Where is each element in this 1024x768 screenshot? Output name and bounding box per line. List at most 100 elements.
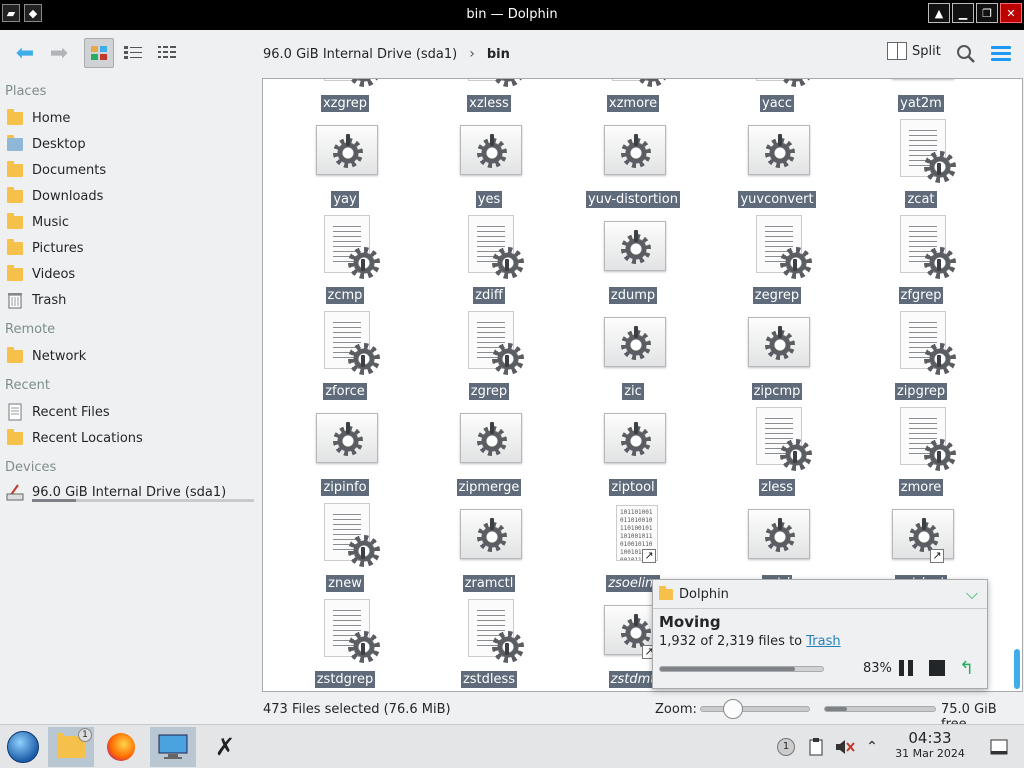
collapse-notification-button[interactable]: ⌵ [961, 584, 983, 603]
sidebar-item-documents[interactable]: Documents [6, 159, 106, 181]
pause-button[interactable] [899, 660, 917, 678]
task-x-app[interactable]: ✗ [202, 727, 248, 767]
compact-view-button[interactable] [118, 38, 148, 68]
file-name: zic [622, 383, 644, 400]
file-label: yay [290, 191, 400, 208]
file-item[interactable]: zegrep [722, 215, 832, 311]
task-file-manager[interactable]: 1 [48, 727, 94, 767]
trash-link[interactable]: Trash [806, 634, 840, 649]
open-destination-button[interactable]: ↰ [959, 660, 977, 678]
file-name: zipgrep [894, 383, 948, 400]
maximize-button[interactable]: ❐ [976, 3, 998, 23]
close-button[interactable]: ✕ [1000, 3, 1022, 23]
file-item[interactable]: yay [290, 119, 400, 215]
executable-icon [602, 407, 666, 473]
file-item[interactable]: zfgrep [866, 215, 976, 311]
volume-tray[interactable] [834, 737, 856, 757]
file-item[interactable]: xzless [434, 79, 544, 119]
file-name: zcmp [325, 287, 365, 304]
keep-above-button[interactable]: ▲ [928, 3, 950, 23]
file-item[interactable]: xzgrep [290, 79, 400, 119]
hamburger-menu-button[interactable] [991, 46, 1011, 62]
task-firefox[interactable] [98, 727, 144, 767]
sidebar-item-home[interactable]: Home [6, 107, 70, 129]
clipboard-tray[interactable] [806, 737, 826, 757]
sidebar-item-label: 96.0 GiB Internal Drive (sda1) [32, 484, 227, 500]
task-system-monitor[interactable] [150, 727, 196, 767]
file-name: zstdmt [608, 671, 658, 688]
notifications-tray[interactable]: 1 [776, 737, 796, 757]
search-button[interactable] [956, 44, 976, 64]
window-title: bin — Dolphin [466, 7, 558, 22]
script-file-icon [746, 215, 812, 281]
file-item[interactable]: zgrep [434, 311, 544, 407]
file-name: yes [475, 191, 503, 208]
file-item[interactable]: zcmp [290, 215, 400, 311]
file-item[interactable]: yacc [722, 79, 832, 119]
file-item[interactable]: zipcmp [722, 311, 832, 407]
drive-usage-fill [32, 499, 77, 502]
file-item[interactable]: znew [290, 503, 400, 599]
sidebar-item-trash[interactable]: Trash [6, 289, 66, 311]
file-item[interactable]: zstdless [434, 599, 544, 691]
file-item[interactable]: yes [434, 119, 544, 215]
file-label: xzmore [578, 95, 688, 112]
notification-count: 1 [777, 738, 795, 756]
file-item[interactable]: zipinfo [290, 407, 400, 503]
file-item[interactable]: yat2m [866, 79, 976, 119]
minimize-button[interactable]: ▁ [952, 3, 974, 23]
file-item[interactable]: zdiff [434, 215, 544, 311]
sidebar-item-network[interactable]: Network [6, 345, 86, 367]
file-item[interactable]: zstdgrep [290, 599, 400, 691]
scrollbar[interactable] [1012, 81, 1020, 689]
zoom-label: Zoom: [655, 702, 697, 717]
scrollbar-thumb[interactable] [1014, 649, 1020, 689]
icons-view-button[interactable] [84, 38, 114, 68]
details-view-button[interactable] [152, 38, 182, 68]
file-item[interactable]: zdump [578, 215, 688, 311]
desktop-folder-icon [6, 134, 24, 153]
return-arrow-icon: ↰ [959, 658, 975, 679]
sidebar-item-music[interactable]: Music [6, 211, 69, 233]
back-button[interactable]: ⬅ [8, 38, 42, 68]
breadcrumb-current[interactable]: bin [487, 47, 510, 62]
forward-button[interactable]: ➡ [42, 38, 76, 68]
file-item[interactable]: yuvconvert [722, 119, 832, 215]
clock[interactable]: 04:33 31 Mar 2024 [888, 729, 972, 760]
file-name: zforce [323, 383, 367, 400]
file-item[interactable]: ziptool [578, 407, 688, 503]
file-item[interactable]: zipgrep [866, 311, 976, 407]
binary-file-icon: 1011010010110100101101001011010010110100… [602, 503, 666, 569]
file-label: zipinfo [290, 479, 400, 496]
start-button[interactable] [0, 727, 46, 767]
sidebar-item-recent-locations[interactable]: Recent Locations [6, 427, 143, 449]
executable-icon [458, 503, 522, 569]
file-item[interactable]: zcat [866, 119, 976, 215]
file-item[interactable]: zmore [866, 407, 976, 503]
file-item[interactable]: xzmore [578, 79, 688, 119]
stop-button[interactable] [929, 660, 945, 676]
sidebar-item-downloads[interactable]: Downloads [6, 185, 103, 207]
sidebar-item-videos[interactable]: Videos [6, 263, 75, 285]
file-item[interactable]: yuv-distortion [578, 119, 688, 215]
file-item[interactable]: zramctl [434, 503, 544, 599]
zoom-slider[interactable] [700, 706, 810, 712]
arrow-right-icon: ➡ [49, 40, 69, 66]
file-item[interactable]: zforce [290, 311, 400, 407]
file-item[interactable]: zipmerge [434, 407, 544, 503]
tray-expander[interactable]: ⌃ [862, 737, 882, 757]
file-item[interactable]: zic [578, 311, 688, 407]
sidebar-item-pictures[interactable]: Pictures [6, 237, 83, 259]
split-button[interactable]: Split [887, 42, 941, 60]
show-desktop-button[interactable] [988, 737, 1010, 757]
sidebar-item-desktop[interactable]: Desktop [6, 133, 86, 155]
sidebar-item-recent-files[interactable]: Recent Files [6, 401, 110, 423]
zoom-slider-handle[interactable] [723, 699, 743, 719]
breadcrumb-drive[interactable]: 96.0 GiB Internal Drive (sda1) [263, 47, 457, 62]
executable-icon [602, 311, 666, 377]
breadcrumb-separator-icon[interactable]: › [469, 46, 475, 62]
job-progress-percent: 83% [863, 661, 892, 676]
file-item[interactable]: zless [722, 407, 832, 503]
status-bar: 473 Files selected (76.6 MiB) Zoom: 75.0… [0, 696, 1024, 732]
script-file-icon [314, 311, 380, 377]
